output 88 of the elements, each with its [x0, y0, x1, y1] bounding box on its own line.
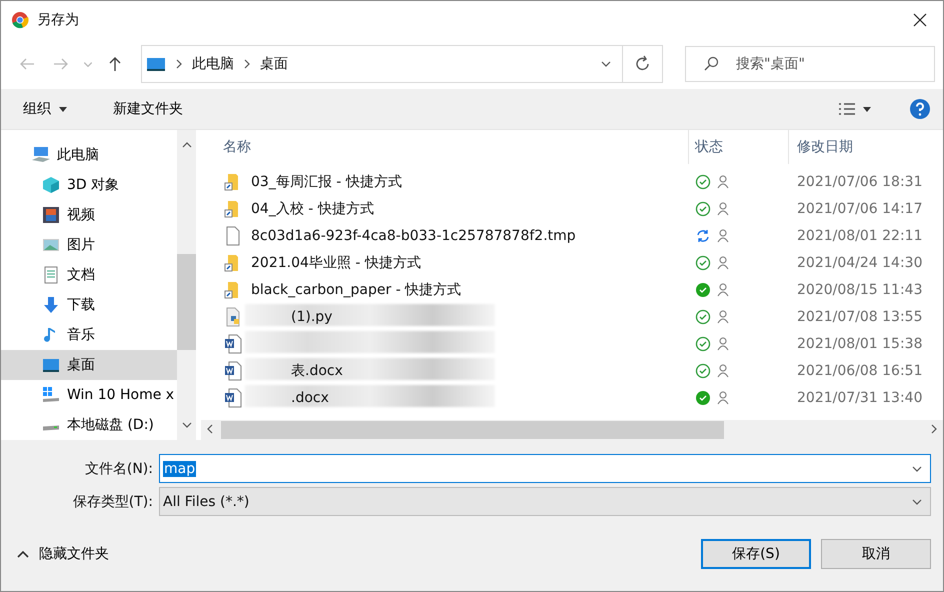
- file-name[interactable]: 2021.04毕业照 - 快捷方式: [251, 254, 421, 272]
- close-icon: [913, 13, 927, 27]
- organize-menu[interactable]: 组织: [15, 96, 75, 122]
- file-name[interactable]: 04_入校 - 快捷方式: [251, 200, 374, 218]
- sidebar-item[interactable]: 3D 对象: [1, 170, 177, 200]
- save-button[interactable]: 保存(S): [701, 538, 811, 568]
- search-field[interactable]: 搜索"桌面": [685, 46, 935, 82]
- address-bar[interactable]: 此电脑 桌面: [141, 45, 663, 83]
- help-icon: [909, 98, 931, 120]
- user-icon: [717, 282, 729, 296]
- modified-date: 2021/04/24 14:30: [796, 254, 924, 270]
- back-arrow-icon: [19, 57, 35, 71]
- filename-label: 文件名(N):: [84, 460, 154, 478]
- file-type-dropdown[interactable]: All Files (*.*): [159, 487, 931, 516]
- list-view-icon: [839, 103, 855, 115]
- breadcrumb[interactable]: 桌面: [260, 55, 288, 73]
- dropdown-triangle-icon: [863, 106, 871, 112]
- chevron-right-icon: [929, 424, 939, 434]
- forward-arrow-icon: [53, 57, 69, 71]
- chevron-up-icon: [17, 550, 29, 558]
- download-icon: [41, 295, 61, 315]
- file-name[interactable]: black_carbon_paper - 快捷方式: [251, 280, 462, 298]
- chevron-left-icon: [205, 424, 215, 434]
- file-name[interactable]: 8c03d1a6-923f-4ca8-b033-1c25787878f2.tmp: [251, 228, 576, 244]
- sidebar-item[interactable]: 音乐: [1, 320, 177, 350]
- word-document-icon: [223, 360, 243, 380]
- new-folder-button[interactable]: 新建文件夹: [105, 96, 191, 122]
- sidebar-item[interactable]: 此电脑: [1, 140, 177, 170]
- scrollbar-thumb[interactable]: [177, 254, 196, 350]
- chevron-down-icon: [84, 62, 92, 66]
- help-button[interactable]: [909, 98, 931, 120]
- cancel-button[interactable]: 取消: [821, 538, 931, 568]
- modified-date: 2021/07/06 14:17: [796, 200, 924, 216]
- file-type-label: 保存类型(T):: [72, 492, 154, 510]
- up-arrow-icon: [108, 56, 122, 72]
- user-icon: [717, 364, 729, 378]
- sidebar-item[interactable]: Win 10 Home x: [1, 380, 177, 410]
- desktop-icon: [146, 56, 166, 72]
- sidebar-item[interactable]: 视频: [1, 200, 177, 230]
- modified-date: 2021/08/01 22:11: [796, 228, 924, 244]
- chevron-right-icon: [242, 59, 252, 69]
- user-icon: [717, 256, 729, 270]
- drive-icon: [41, 424, 61, 432]
- word-document-icon: [223, 388, 243, 408]
- user-icon: [717, 336, 729, 350]
- search-icon: [703, 56, 719, 72]
- modified-date: 2021/07/31 13:40: [796, 390, 924, 406]
- sidebar-item[interactable]: 桌面: [1, 350, 177, 380]
- modified-date: 2021/07/06 18:31: [796, 174, 924, 190]
- window-title: 另存为: [37, 11, 80, 29]
- file-name[interactable]: 03_每周汇报 - 快捷方式: [251, 172, 402, 190]
- column-header[interactable]: 状态: [689, 130, 789, 164]
- modified-date: 2021/06/08 16:51: [796, 362, 924, 378]
- file-name[interactable]: (1).py: [291, 308, 332, 324]
- file-name[interactable]: 表.docx: [291, 362, 343, 380]
- column-header[interactable]: 名称: [201, 130, 689, 164]
- dropdown-triangle-icon: [59, 106, 67, 112]
- modified-date: 2021/07/08 13:55: [796, 308, 924, 324]
- chevron-down-icon: [601, 59, 611, 69]
- sidebar-item[interactable]: 文档: [1, 260, 177, 290]
- film-icon: [41, 205, 61, 225]
- chevron-down-icon: [182, 420, 192, 430]
- sidebar-item[interactable]: 图片: [1, 230, 177, 260]
- user-icon: [717, 390, 729, 404]
- user-icon: [717, 310, 729, 324]
- breadcrumb[interactable]: 此电脑: [192, 55, 234, 73]
- sidebar-item[interactable]: 本地磁盘 (D:): [1, 410, 177, 440]
- file-name[interactable]: .docx: [291, 390, 329, 406]
- windows-drive-icon: [41, 385, 61, 405]
- chevron-down-icon: [912, 464, 922, 474]
- user-icon: [717, 228, 729, 242]
- word-document-icon: [223, 334, 243, 354]
- cube-icon: [41, 175, 61, 195]
- column-header[interactable]: 修改日期: [789, 130, 943, 164]
- scrollbar-thumb[interactable]: [221, 421, 724, 439]
- modified-date: 2020/08/15 11:43: [796, 282, 924, 298]
- sidebar-item[interactable]: 下载: [1, 290, 177, 320]
- user-icon: [717, 174, 729, 188]
- chevron-right-icon: [174, 59, 184, 69]
- browser-logo-icon: [11, 11, 29, 29]
- refresh-icon: [634, 55, 652, 73]
- filename-field[interactable]: map: [159, 454, 931, 483]
- user-icon: [717, 202, 729, 216]
- computer-icon: [31, 145, 51, 165]
- modified-date: 2021/08/01 15:38: [796, 336, 924, 352]
- chevron-down-icon: [912, 496, 922, 506]
- chevron-up-icon: [182, 140, 192, 150]
- hide-folders-button[interactable]: 隐藏文件夹: [11, 544, 115, 564]
